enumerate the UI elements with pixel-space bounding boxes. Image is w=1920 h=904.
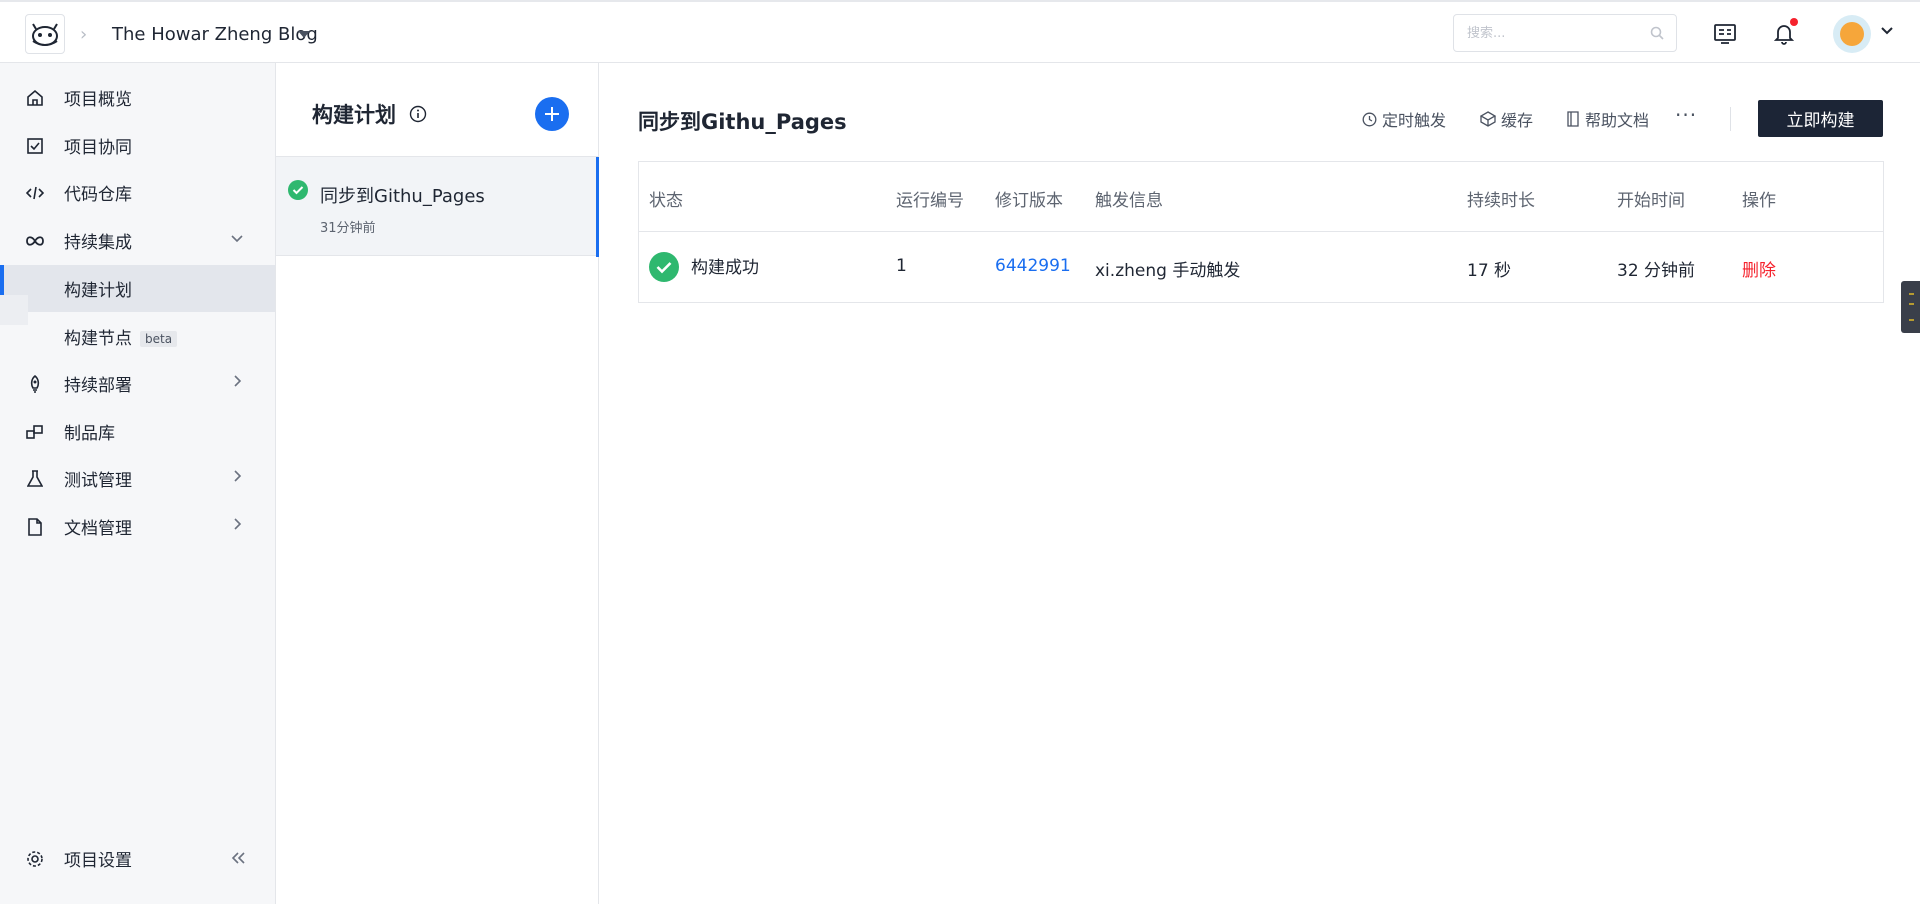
sidebar-item-label: 项目协同 <box>64 138 132 158</box>
schedule-trigger-button[interactable]: 定时触发 <box>1362 107 1446 131</box>
sidebar-item-cd[interactable]: 持续部署 <box>0 360 275 407</box>
duration: 17 秒 <box>1467 261 1512 281</box>
column-header: 开始时间 <box>1617 191 1685 211</box>
build-now-button[interactable]: 立即构建 <box>1758 100 1883 137</box>
collapse-sidebar-icon[interactable] <box>230 851 246 865</box>
sidebar-item-label: 制品库 <box>64 424 115 444</box>
search-box <box>1453 14 1677 52</box>
start-time: 32 分钟前 <box>1617 261 1696 281</box>
sidebar-item-overview[interactable]: 项目概览 <box>0 74 275 121</box>
sidebar-item-testing[interactable]: 测试管理 <box>0 455 275 502</box>
page-title: 构建计划 <box>312 103 396 127</box>
plan-time: 31分钟前 <box>320 221 376 236</box>
book-icon <box>1567 111 1579 127</box>
build-plan-list: 构建计划 同步到Githu_Pages 31分钟前 <box>276 63 599 904</box>
help-docs-button[interactable]: 帮助文档 <box>1566 107 1649 131</box>
sidebar-item-label: 代码仓库 <box>64 185 132 205</box>
dashboard-icon[interactable] <box>1711 20 1739 48</box>
delete-button[interactable]: 删除 <box>1742 256 1776 281</box>
cache-label: 缓存 <box>1501 111 1534 130</box>
table-header: 状态 运行编号 修订版本 触发信息 持续时长 开始时间 操作 <box>639 162 1883 232</box>
plan-name: 同步到Githu_Pages <box>320 186 485 207</box>
column-header: 操作 <box>1742 191 1776 211</box>
sidebar-item-label: 文档管理 <box>64 519 132 539</box>
search-icon[interactable] <box>1650 26 1664 40</box>
sidebar-item-label: 构建节点 <box>64 329 132 349</box>
column-header: 触发信息 <box>1095 191 1163 211</box>
column-header: 持续时长 <box>1467 191 1535 211</box>
sidebar-item-build-plan[interactable]: 构建计划 <box>0 265 275 312</box>
sidebar-item-artifacts[interactable]: 制品库 <box>0 408 275 455</box>
checkbox-icon <box>25 136 45 156</box>
chevron-right-icon[interactable] <box>230 517 244 531</box>
plan-title: 同步到Githu_Pages <box>638 110 847 134</box>
sidebar-item-label: 测试管理 <box>64 471 132 491</box>
cube-icon <box>1480 111 1496 127</box>
sidebar-item-label: 持续集成 <box>64 233 132 253</box>
chevron-right-icon[interactable] <box>230 469 244 483</box>
notification-dot <box>1790 18 1798 26</box>
trigger-info: xi.zheng 手动触发 <box>1095 261 1241 281</box>
bell-icon[interactable] <box>1770 18 1798 48</box>
sidebar-item-docs[interactable]: 文档管理 <box>0 503 275 550</box>
column-header: 状态 <box>649 191 683 211</box>
column-header: 运行编号 <box>896 191 964 211</box>
info-icon[interactable] <box>409 105 427 123</box>
search-input[interactable] <box>1467 15 1647 51</box>
code-icon <box>25 183 45 203</box>
sidebar-item-ci[interactable]: 持续集成 <box>0 217 275 264</box>
side-panel-handle[interactable] <box>1901 281 1920 333</box>
caret-down-icon[interactable] <box>298 31 310 38</box>
flask-icon <box>25 469 45 489</box>
sidebar-item-label: 项目概览 <box>64 90 132 110</box>
more-options-icon[interactable]: ··· <box>1675 103 1697 127</box>
sidebar-item-label: 构建计划 <box>64 281 132 301</box>
sidebar-item-settings[interactable]: 项目设置 <box>0 835 275 882</box>
success-icon <box>649 252 679 282</box>
infinity-icon <box>25 231 45 251</box>
home-icon <box>25 88 45 108</box>
sidebar-item-label: 项目设置 <box>64 851 132 871</box>
sidebar-item-collaboration[interactable]: 项目协同 <box>0 122 275 169</box>
chevron-down-icon[interactable] <box>1880 24 1894 38</box>
divider <box>1730 107 1731 131</box>
chevron-right-icon: › <box>80 24 88 45</box>
chevron-right-icon[interactable] <box>230 374 244 388</box>
sidebar-item-repository[interactable]: 代码仓库 <box>0 169 275 216</box>
revision-link[interactable]: 6442991 <box>995 256 1071 276</box>
clock-icon <box>1362 112 1377 126</box>
avatar[interactable] <box>1833 15 1871 53</box>
document-icon <box>25 517 45 537</box>
top-bar: › The Howar Zheng Blog <box>0 0 1920 63</box>
build-status: 构建成功 <box>691 258 759 278</box>
gear-icon <box>25 849 45 869</box>
chevron-down-icon[interactable] <box>230 231 244 245</box>
run-number[interactable]: 1 <box>896 256 907 276</box>
sidebar: 项目概览 项目协同 代码仓库 持续集成 构建计划 构建节点 beta 持续部署 <box>0 63 276 904</box>
build-runs-table: 状态 运行编号 修订版本 触发信息 持续时长 开始时间 操作 构建成功 1 64… <box>638 161 1884 303</box>
plus-icon <box>545 107 559 121</box>
add-plan-button[interactable] <box>535 97 569 131</box>
rocket-icon <box>25 374 45 394</box>
plan-item[interactable]: 同步到Githu_Pages 31分钟前 <box>276 156 599 257</box>
package-icon <box>25 422 45 442</box>
column-header: 修订版本 <box>995 191 1063 211</box>
sidebar-item-build-nodes[interactable]: 构建节点 beta <box>0 313 275 360</box>
cache-button[interactable]: 缓存 <box>1480 107 1533 131</box>
help-docs-label: 帮助文档 <box>1585 111 1650 130</box>
success-icon <box>288 180 308 200</box>
schedule-trigger-label: 定时触发 <box>1382 111 1447 130</box>
logo-icon[interactable] <box>25 14 65 54</box>
beta-badge: beta <box>140 331 178 347</box>
project-name[interactable]: The Howar Zheng Blog <box>112 24 318 45</box>
main-panel: 同步到Githu_Pages 定时触发 缓存 帮助文档 ··· 立即构建 状态 … <box>600 63 1920 904</box>
sidebar-item-label: 持续部署 <box>64 376 132 396</box>
table-row[interactable]: 构建成功 1 6442991 xi.zheng 手动触发 17 秒 32 分钟前… <box>639 232 1883 302</box>
